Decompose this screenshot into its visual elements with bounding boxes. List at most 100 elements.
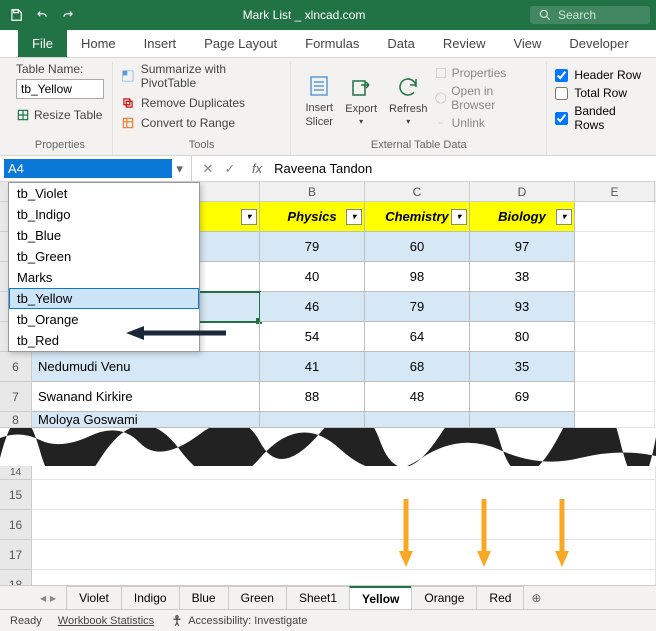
cell[interactable]: 40 xyxy=(260,262,365,292)
cell[interactable] xyxy=(575,322,655,352)
export-button[interactable]: Export ▾ xyxy=(339,62,383,137)
cell[interactable]: 35 xyxy=(470,352,575,382)
cell[interactable]: 60 xyxy=(365,232,470,262)
cell[interactable]: Moloya Goswami xyxy=(32,412,260,428)
cell[interactable]: 79 xyxy=(365,292,470,322)
formula-input[interactable] xyxy=(268,159,656,178)
fx-icon[interactable]: fx xyxy=(246,161,268,176)
tab-developer[interactable]: Developer xyxy=(555,30,642,57)
tab-page-layout[interactable]: Page Layout xyxy=(190,30,291,57)
cell[interactable]: 80 xyxy=(470,322,575,352)
cell[interactable]: 69 xyxy=(470,382,575,412)
cell[interactable] xyxy=(32,466,656,480)
summarize-pivot-button[interactable]: Summarize with PivotTable xyxy=(121,62,282,90)
col-header-e[interactable]: E xyxy=(575,182,655,201)
name-item-violet[interactable]: tb_Violet xyxy=(9,183,199,204)
cell[interactable]: 98 xyxy=(365,262,470,292)
cell[interactable] xyxy=(575,202,655,232)
redo-button[interactable] xyxy=(58,5,78,25)
cell[interactable] xyxy=(575,232,655,262)
sheet-tab-violet[interactable]: Violet xyxy=(66,586,122,609)
enter-formula-button[interactable]: ✓ xyxy=(220,161,240,177)
insert-slicer-button[interactable]: Insert Slicer xyxy=(299,62,339,137)
convert-range-button[interactable]: Convert to Range xyxy=(121,116,282,130)
cell[interactable] xyxy=(575,292,655,322)
name-item-blue[interactable]: tb_Blue xyxy=(9,225,199,246)
cell[interactable]: Swanand Kirkire xyxy=(32,382,260,412)
cell[interactable] xyxy=(575,382,655,412)
row-header[interactable]: 17 xyxy=(0,540,32,570)
name-item-indigo[interactable]: tb_Indigo xyxy=(9,204,199,225)
table-name-input[interactable] xyxy=(16,79,104,99)
cell[interactable]: 48 xyxy=(365,382,470,412)
cell[interactable]: 46 xyxy=(260,292,365,322)
cell[interactable]: 38 xyxy=(470,262,575,292)
row-header[interactable]: 14 xyxy=(0,466,32,480)
cell[interactable]: 93 xyxy=(470,292,575,322)
header-cell-chemistry[interactable]: Chemistry▾ xyxy=(365,202,470,232)
sheet-tab-yellow[interactable]: Yellow xyxy=(349,586,412,610)
col-header-c[interactable]: C xyxy=(365,182,470,201)
total-row-checkbox[interactable]: Total Row xyxy=(555,86,648,100)
cell[interactable]: 54 xyxy=(260,322,365,352)
tab-view[interactable]: View xyxy=(499,30,555,57)
sheet-tab-orange[interactable]: Orange xyxy=(411,586,477,609)
remove-duplicates-button[interactable]: Remove Duplicates xyxy=(121,96,282,110)
cell[interactable]: 79 xyxy=(260,232,365,262)
workbook-statistics-link[interactable]: Workbook Statistics xyxy=(58,615,154,627)
tab-data[interactable]: Data xyxy=(373,30,428,57)
sheet-nav[interactable]: ◂ ▸ xyxy=(40,591,66,605)
tab-insert[interactable]: Insert xyxy=(130,30,191,57)
sheet-nav-next-icon[interactable]: ▸ xyxy=(50,591,56,605)
name-item-green[interactable]: tb_Green xyxy=(9,246,199,267)
tab-formulas[interactable]: Formulas xyxy=(291,30,373,57)
header-cell-biology[interactable]: Biology▾ xyxy=(470,202,575,232)
cell[interactable]: 97 xyxy=(470,232,575,262)
new-sheet-button[interactable]: ⊕ xyxy=(523,587,549,609)
name-item-yellow[interactable]: tb_Yellow xyxy=(9,288,199,309)
cell[interactable] xyxy=(575,412,655,428)
row-header[interactable]: 16 xyxy=(0,510,32,540)
sheet-tab-sheet1[interactable]: Sheet1 xyxy=(286,586,350,609)
cell[interactable] xyxy=(260,412,365,428)
banded-rows-checkbox[interactable]: Banded Rows xyxy=(555,104,648,132)
cell[interactable]: 64 xyxy=(365,322,470,352)
sheet-tab-red[interactable]: Red xyxy=(476,586,524,609)
resize-table-button[interactable]: Resize Table xyxy=(16,108,104,122)
search-box[interactable]: Search xyxy=(530,6,650,24)
header-cell-physics[interactable]: Physics▾ xyxy=(260,202,365,232)
cell[interactable]: 41 xyxy=(260,352,365,382)
name-item-marks[interactable]: Marks xyxy=(9,267,199,288)
row-header[interactable]: 15 xyxy=(0,480,32,510)
filter-button-c[interactable]: ▾ xyxy=(451,209,467,225)
name-box[interactable] xyxy=(4,159,172,178)
row-header[interactable]: 8 xyxy=(0,412,32,428)
accessibility-status[interactable]: Accessibility: Investigate xyxy=(170,614,307,628)
cancel-formula-button[interactable]: ✕ xyxy=(198,161,218,177)
row-header[interactable]: 7 xyxy=(0,382,32,412)
cell[interactable] xyxy=(575,352,655,382)
name-box-dropdown-arrow[interactable]: ▾ xyxy=(172,161,187,177)
sheet-tab-blue[interactable]: Blue xyxy=(179,586,229,609)
cell[interactable]: 68 xyxy=(365,352,470,382)
tab-file[interactable]: File xyxy=(18,30,67,57)
cell[interactable] xyxy=(575,262,655,292)
row-header[interactable]: 6 xyxy=(0,352,32,382)
filter-button-d[interactable]: ▾ xyxy=(556,209,572,225)
tab-review[interactable]: Review xyxy=(429,30,500,57)
cell[interactable]: Nedumudi Venu xyxy=(32,352,260,382)
sheet-tab-indigo[interactable]: Indigo xyxy=(121,586,180,609)
col-header-d[interactable]: D xyxy=(470,182,575,201)
cell[interactable] xyxy=(365,412,470,428)
sheet-nav-prev-icon[interactable]: ◂ xyxy=(40,591,46,605)
filter-button-b[interactable]: ▾ xyxy=(346,209,362,225)
refresh-button[interactable]: Refresh ▾ xyxy=(383,62,434,137)
col-header-b[interactable]: B xyxy=(260,182,365,201)
sheet-tab-green[interactable]: Green xyxy=(228,586,287,609)
save-button[interactable] xyxy=(6,5,26,25)
tab-home[interactable]: Home xyxy=(67,30,130,57)
cell[interactable]: 88 xyxy=(260,382,365,412)
cell[interactable] xyxy=(470,412,575,428)
header-row-checkbox[interactable]: Header Row xyxy=(555,68,648,82)
undo-button[interactable] xyxy=(32,5,52,25)
